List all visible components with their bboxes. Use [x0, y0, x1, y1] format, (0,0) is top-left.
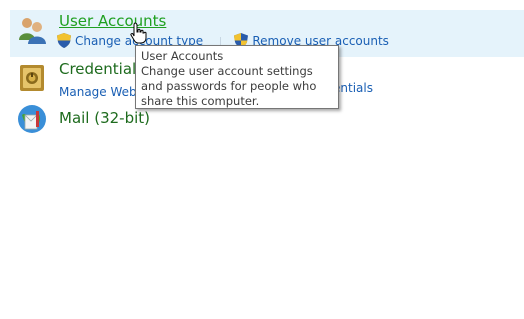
credential-manager-title[interactable]: Credential	[59, 60, 136, 78]
credential-manager-icon	[20, 65, 44, 91]
uac-shield-icon	[57, 33, 71, 48]
user-accounts-title[interactable]: User Accounts	[59, 12, 166, 30]
mail-title[interactable]: Mail (32-bit)	[59, 109, 150, 127]
user-accounts-icon	[19, 18, 46, 44]
hand-cursor-icon	[130, 22, 147, 44]
tooltip-title: User Accounts	[141, 49, 224, 63]
tooltip-body: Change user account settings and passwor…	[141, 64, 317, 108]
mail-icon	[18, 105, 46, 133]
mail-item[interactable]: Mail (32-bit)	[10, 103, 524, 143]
tooltip: User Accounts Change user account settin…	[135, 45, 339, 109]
